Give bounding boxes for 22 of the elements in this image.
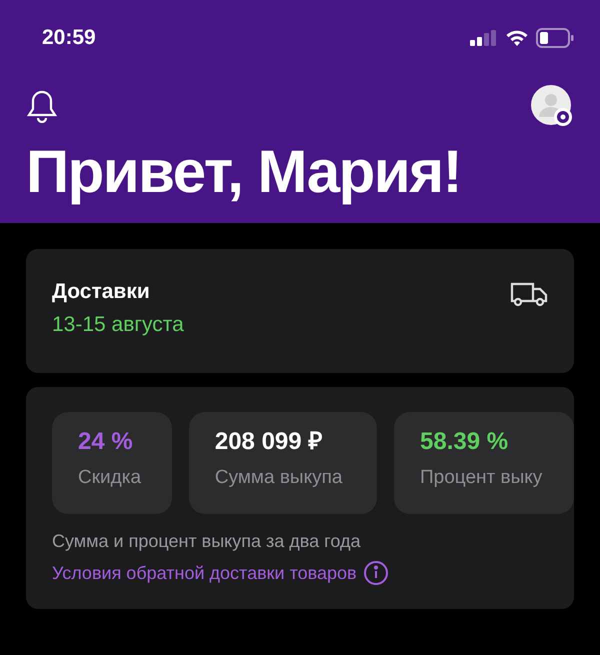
stat-label: Процент выку bbox=[420, 468, 544, 487]
stat-card[interactable]: 58.39 % Процент выку bbox=[394, 412, 574, 514]
notification-bell-icon[interactable] bbox=[26, 88, 58, 122]
profile-settings-avatar-icon[interactable] bbox=[530, 84, 574, 128]
stats-note: Сумма и процент выкупа за два года bbox=[52, 532, 362, 550]
stat-label: Скидка bbox=[78, 468, 142, 487]
signal-icon bbox=[470, 30, 498, 46]
status-time: 20:59 bbox=[42, 25, 96, 51]
stat-value: 208 099 ₽ bbox=[214, 430, 324, 454]
wifi-icon bbox=[505, 28, 529, 47]
delivery-card[interactable]: Доставки 13-15 августа bbox=[26, 249, 574, 373]
truck-icon bbox=[510, 281, 548, 307]
info-icon[interactable] bbox=[362, 560, 389, 586]
battery-icon bbox=[536, 28, 574, 48]
stat-card[interactable]: 24 % Скидка bbox=[52, 412, 172, 514]
stat-value: 58.39 % bbox=[420, 430, 510, 454]
stat-card[interactable]: 208 099 ₽ Сумма выкупа bbox=[188, 412, 377, 514]
return-conditions-link[interactable]: Условия обратной доставки товаров bbox=[52, 564, 357, 582]
delivery-dates: 13-15 августа bbox=[52, 314, 184, 335]
stat-label: Сумма выкупа bbox=[214, 468, 344, 487]
delivery-title: Доставки bbox=[52, 281, 151, 302]
stat-value: 24 % bbox=[78, 430, 134, 454]
